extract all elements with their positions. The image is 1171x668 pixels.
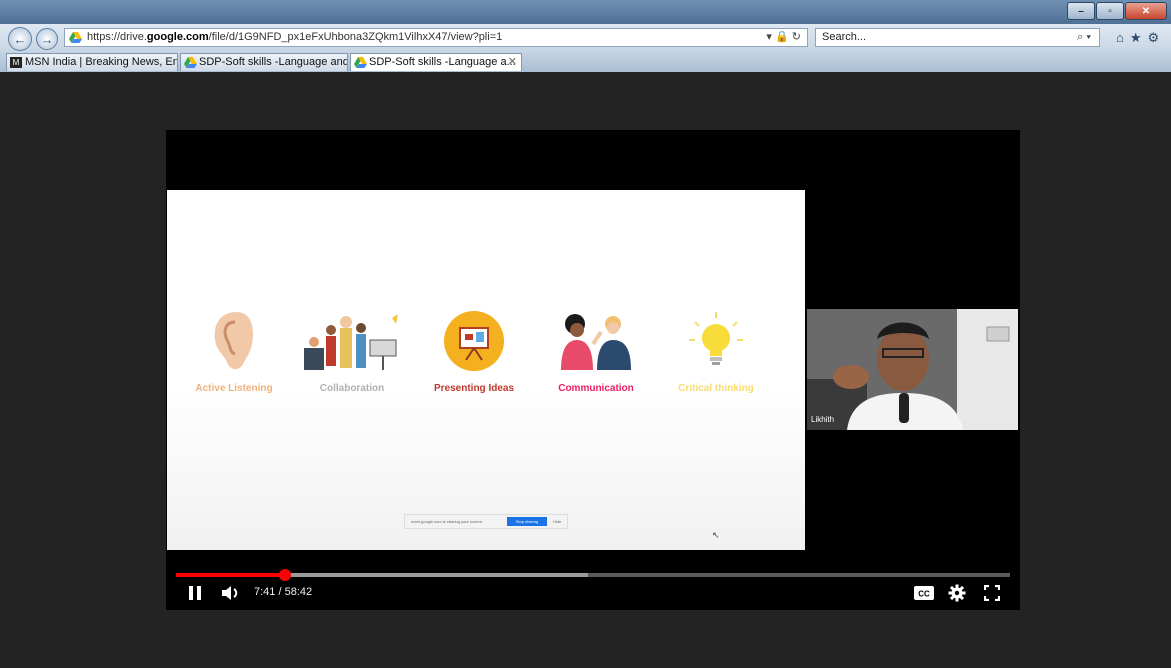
hide-button[interactable]: Hide bbox=[553, 519, 561, 524]
msn-icon: M bbox=[10, 57, 22, 68]
time-separator: / bbox=[275, 586, 285, 598]
skill-label: Critical thinking bbox=[678, 383, 754, 394]
toolbar-icons: ⌂ ★ ⚙ bbox=[1116, 30, 1159, 46]
search-input[interactable]: Search... ⌕ ▾ bbox=[815, 28, 1100, 47]
skill-label: Communication bbox=[558, 383, 634, 394]
participant-name: Likhith bbox=[811, 415, 835, 424]
navigation-bar: ← → https://drive.google.com/file/d/1G9N… bbox=[0, 24, 1171, 53]
mouse-cursor-icon: ↖ bbox=[712, 530, 720, 540]
gear-icon bbox=[948, 584, 966, 602]
tab-close-icon[interactable]: ✕ bbox=[508, 54, 517, 71]
google-drive-icon bbox=[69, 32, 82, 43]
skill-collaboration: Collaboration bbox=[297, 310, 407, 394]
skill-communication: Communication bbox=[541, 310, 651, 394]
url-path: /file/d/1G9NFD_px1eFxUhbona3ZQkm1VilhxX4… bbox=[208, 31, 503, 43]
arrow-right-icon: → bbox=[40, 31, 54, 47]
home-icon[interactable]: ⌂ bbox=[1116, 30, 1124, 46]
captions-button[interactable]: CC bbox=[914, 586, 934, 605]
pause-icon bbox=[189, 586, 201, 600]
people-talking-icon bbox=[561, 314, 631, 370]
total-time: 58:42 bbox=[284, 586, 313, 598]
seek-bar[interactable] bbox=[176, 569, 1010, 581]
url-prefix: https://drive. bbox=[87, 31, 147, 43]
window-controls: – ▫ ✕ bbox=[1067, 2, 1167, 20]
gear-icon[interactable]: ⚙ bbox=[1148, 30, 1160, 46]
tab-sdp-2-active[interactable]: SDP-Soft skills -Language a... ✕ bbox=[350, 53, 522, 71]
stop-sharing-button[interactable]: Stop sharing bbox=[507, 517, 547, 526]
pause-button[interactable] bbox=[188, 585, 202, 606]
fullscreen-icon bbox=[983, 584, 1001, 602]
tab-sdp-1[interactable]: SDP-Soft skills -Language and ... bbox=[180, 53, 348, 71]
skill-label: Active Listening bbox=[195, 383, 273, 394]
presentation-slide: Active Listening Collaboration Presentin… bbox=[167, 190, 805, 550]
minimize-button[interactable]: – bbox=[1067, 2, 1095, 20]
refresh-icon[interactable]: ↻ bbox=[792, 31, 801, 43]
address-tools: ▾ 🔒 ↻ bbox=[766, 29, 801, 46]
google-drive-icon bbox=[184, 57, 197, 68]
volume-icon bbox=[222, 586, 238, 600]
presentation-board-icon bbox=[444, 311, 504, 371]
tab-bar: M MSN India | Breaking News, En... SDP-S… bbox=[0, 52, 1171, 72]
screen-share-notice: meet.google.com is sharing your screen. … bbox=[404, 514, 568, 529]
webcam-feed: Likhith bbox=[807, 309, 1018, 430]
time-display: 7:41 / 58:42 bbox=[254, 586, 312, 598]
presenter-video bbox=[807, 309, 1018, 430]
light-bulb-icon bbox=[689, 312, 743, 365]
cc-text: CC bbox=[918, 590, 930, 599]
skill-active-listening: Active Listening bbox=[179, 310, 289, 394]
skill-presenting-ideas: Presenting Ideas bbox=[419, 310, 529, 394]
volume-button[interactable] bbox=[221, 585, 241, 606]
restore-button[interactable]: ▫ bbox=[1096, 2, 1124, 20]
tab-label: SDP-Soft skills -Language a... bbox=[369, 56, 516, 68]
window-titlebar: – ▫ ✕ bbox=[0, 0, 1171, 24]
url-domain: google.com bbox=[146, 31, 209, 43]
fullscreen-button[interactable] bbox=[983, 584, 1001, 606]
lock-icon[interactable]: 🔒 bbox=[775, 31, 789, 43]
ear-icon bbox=[214, 312, 253, 370]
skill-label: Collaboration bbox=[319, 383, 385, 394]
share-notice-text: meet.google.com is sharing your screen. bbox=[411, 519, 484, 524]
played-bar bbox=[176, 573, 286, 577]
favorites-star-icon[interactable]: ★ bbox=[1130, 30, 1142, 46]
back-button[interactable]: ← bbox=[8, 27, 32, 51]
tab-label: MSN India | Breaking News, En... bbox=[25, 56, 178, 68]
address-bar[interactable]: https://drive.google.com/file/d/1G9NFD_p… bbox=[64, 28, 808, 47]
closed-captions-icon: CC bbox=[914, 586, 934, 600]
tab-label: SDP-Soft skills -Language and ... bbox=[199, 56, 348, 68]
forward-button[interactable]: → bbox=[36, 28, 58, 50]
google-drive-icon bbox=[354, 57, 367, 68]
current-time: 7:41 bbox=[254, 586, 276, 598]
arrow-left-icon: ← bbox=[13, 31, 27, 47]
settings-button[interactable] bbox=[948, 584, 966, 607]
team-collaboration-icon bbox=[304, 314, 398, 370]
dropdown-arrow-icon[interactable]: ▾ bbox=[766, 31, 772, 43]
tab-msn[interactable]: M MSN India | Breaking News, En... bbox=[6, 53, 178, 71]
search-placeholder: Search... bbox=[822, 31, 867, 43]
skill-label: Presenting Ideas bbox=[433, 383, 515, 394]
skill-critical-thinking: Critical thinking bbox=[661, 310, 771, 394]
search-icon[interactable]: ⌕ ▾ bbox=[1077, 29, 1091, 46]
close-window-button[interactable]: ✕ bbox=[1125, 2, 1167, 20]
